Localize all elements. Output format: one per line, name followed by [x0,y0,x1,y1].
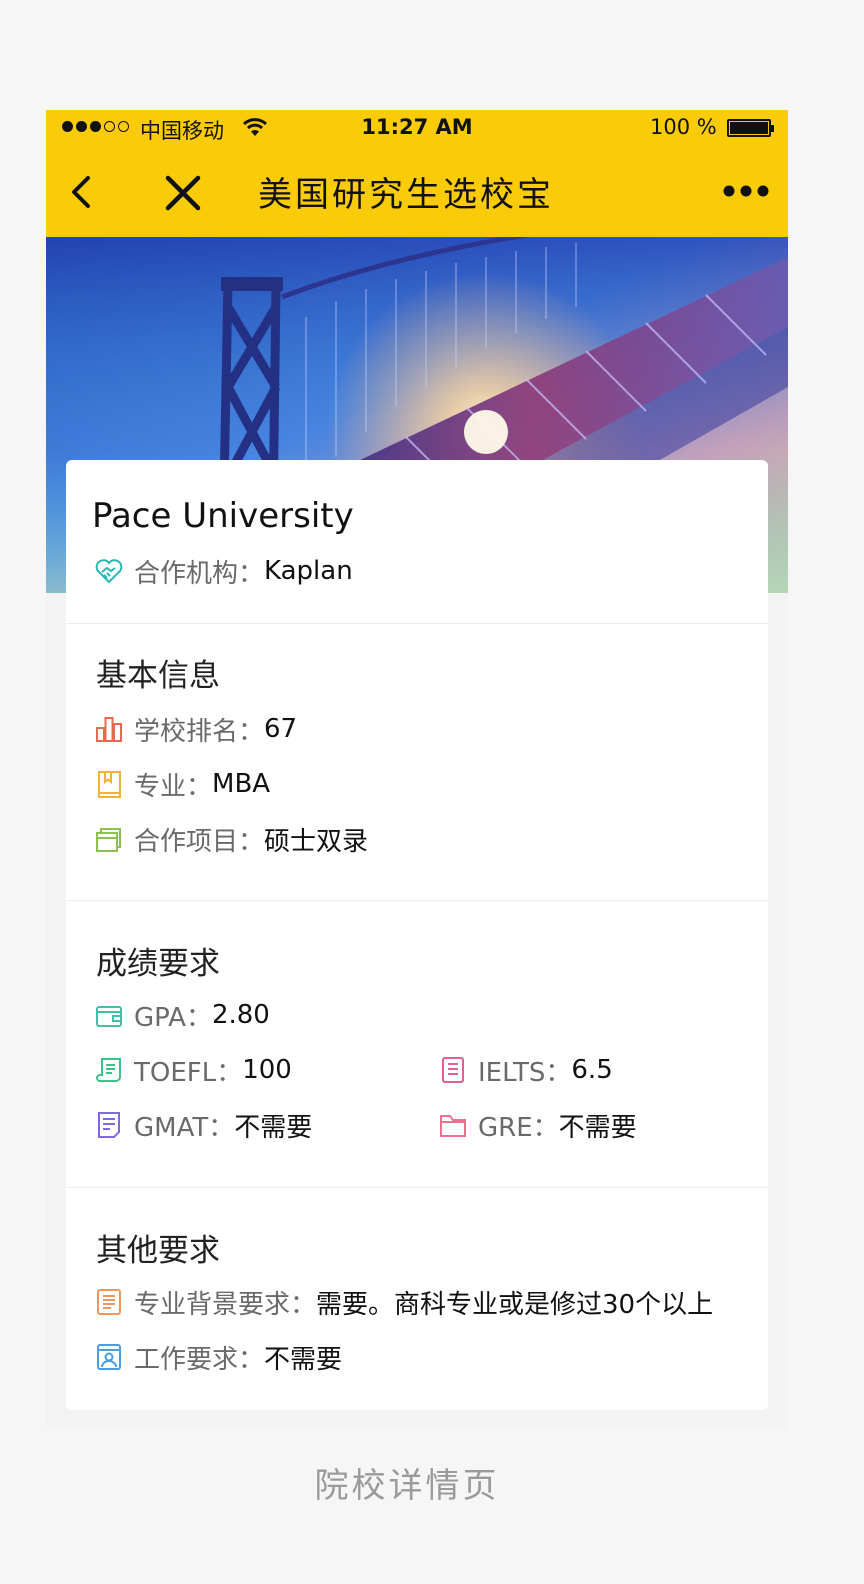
folder-stack-icon [96,828,121,852]
wallet-icon [96,1006,122,1027]
partner-value: Kaplan [264,556,353,586]
score-row-toefl: TOEFL： 100 [94,1053,292,1088]
notes-icon [98,1112,120,1138]
top-bar: 中国移动 11:27 AM 100 % 美国研究生选校宝 [46,110,788,237]
id-card-icon [97,1344,121,1370]
phone-screen: 中国移动 11:27 AM 100 % 美国研究生选校宝 Pace Univer… [46,110,788,1428]
ranking-chart-icon [96,717,122,742]
divider [66,1187,768,1188]
school-name: Pace University [92,496,354,536]
partner-label: 合作机构： [134,558,265,589]
battery-icon [727,119,774,137]
status-bar: 中国移动 11:27 AM 100 % [46,110,788,148]
battery-percent: 100 % [650,115,717,139]
scroll-icon [96,1058,121,1082]
folder-icon [440,1115,466,1137]
info-row-major: 专业： MBA [94,767,270,802]
divider [66,623,768,624]
section-title-basic: 基本信息 [96,658,220,694]
nav-title: 美国研究生选校宝 [258,175,554,215]
section-title-scores: 成绩要求 [96,946,220,982]
chevron-left-icon[interactable] [62,172,102,212]
score-row-gpa: GPA： 2.80 [94,998,270,1033]
close-icon[interactable] [162,172,204,214]
book-icon [98,771,121,798]
partner-row: 合作机构： Kaplan [94,554,353,589]
divider [66,900,768,901]
other-row-background: 专业背景要求： 需要。商科专业或是修过30个以上 [94,1285,713,1320]
list-doc-icon [97,1289,121,1315]
document-icon [442,1057,464,1083]
handshake-icon [95,559,123,584]
page-caption: 院校详情页 [314,1466,500,1506]
info-row-ranking: 学校排名： 67 [94,712,297,747]
more-icon[interactable] [722,182,770,200]
score-row-gmat: GMAT： 不需要 [94,1108,312,1143]
section-title-other: 其他要求 [96,1233,220,1269]
info-row-program: 合作项目： 硕士双录 [94,822,368,857]
score-row-gre: GRE： 不需要 [438,1108,637,1143]
nav-bar: 美国研究生选校宝 [46,148,788,237]
other-row-work: 工作要求： 不需要 [94,1340,342,1375]
score-row-ielts: IELTS： 6.5 [438,1053,613,1088]
school-detail-card: Pace University 合作机构： Kaplan 基本信息 学校排名： … [66,460,768,1410]
